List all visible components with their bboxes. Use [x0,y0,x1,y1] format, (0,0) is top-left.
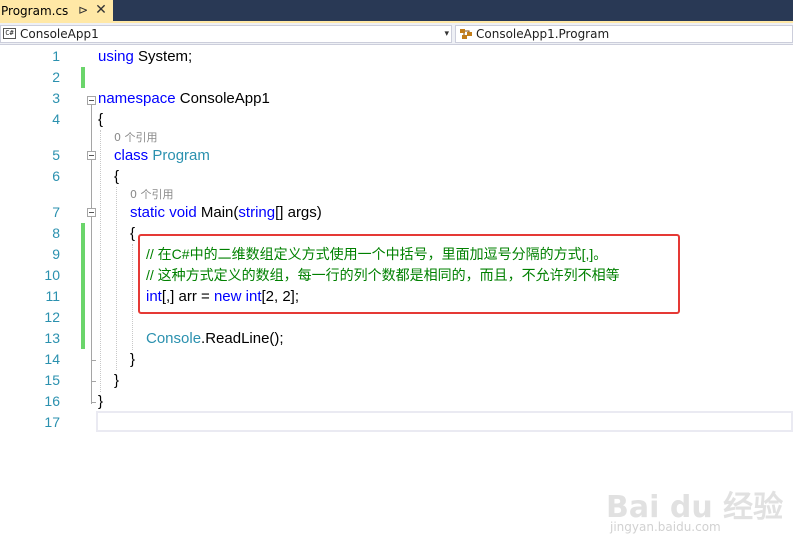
line-number: 6 [52,168,60,184]
outline-end [91,381,96,382]
code-line-1: using System; [98,46,192,67]
document-tab-strip: Program.cs ⊳ ✕ [0,0,793,23]
scope-dropdown-value: ConsoleApp1.Program [476,27,610,41]
annotation-highlight-box [138,234,680,314]
indicator-margin [0,45,14,553]
indent-guide [100,130,101,392]
code-line-6: { [114,168,120,185]
method-name: Main( [200,204,239,221]
line-number: 7 [52,204,60,220]
baidu-watermark: Bai du 经验 jingyan.baidu.com [606,482,783,542]
keyword: namespace [98,90,176,107]
scope-dropdown[interactable]: ConsoleApp1.Program [455,25,793,43]
line-number: 9 [52,246,60,262]
collapse-namespace-button[interactable] [87,96,96,105]
code-text: ConsoleApp1 [175,90,270,107]
collapse-method-button[interactable] [87,208,96,217]
code-lens-references[interactable]: 0 个引用 [114,129,158,145]
line-number: 2 [52,69,60,85]
change-indicator [81,67,85,88]
project-dropdown-value: ConsoleApp1 [20,27,99,41]
keyword: static [130,204,166,221]
line-number: 10 [44,267,60,283]
collapse-class-button[interactable] [87,151,96,160]
indent-guide [116,187,117,370]
line-number: 12 [44,309,60,325]
code-line-8: { [130,225,136,242]
close-icon[interactable]: ✕ [94,2,108,18]
code-line-15: } [114,372,120,389]
outline-end [91,402,96,403]
code-editor[interactable]: 1 2 3 4 5 6 7 8 9 10 11 12 13 14 15 16 1… [0,45,793,553]
line-number: 14 [44,351,60,367]
indent-guide [132,244,133,350]
line-number: 4 [52,111,60,127]
outline-end [91,360,96,361]
type-name: Program [152,147,210,164]
code-line-5: class Program [114,145,210,166]
line-number: 5 [52,147,60,163]
tab-program-cs[interactable]: Program.cs ⊳ ✕ [0,0,113,23]
line-number: 11 [45,288,60,304]
type-name: Console [146,330,202,347]
keyword: string [238,204,276,221]
line-number: 8 [52,225,60,241]
change-indicator [81,223,85,349]
code-line-13: Console.ReadLine(); [146,328,284,349]
code-line-3: namespace ConsoleApp1 [98,88,270,109]
code-text: [] args) [275,204,322,221]
keyword: using [98,48,134,65]
code-line-7: static void Main(string[] args) [130,202,322,223]
keyword: void [169,204,197,221]
navigation-bar: C# ConsoleApp1 ▾ ConsoleApp1.Program [0,23,793,45]
keyword: class [114,147,149,164]
line-number: 17 [44,414,60,430]
line-number: 16 [44,393,60,409]
code-line-14: } [130,351,136,368]
code-text: .ReadLine(); [201,330,284,347]
code-line-16: } [98,393,104,410]
line-number: 3 [52,90,60,106]
pin-icon[interactable]: ⊳ [76,2,90,18]
chevron-down-icon: ▾ [444,29,449,39]
code-text: System; [133,48,193,65]
line-number: 15 [44,372,60,388]
line-number: 1 [52,48,60,64]
code-lens-references[interactable]: 0 个引用 [130,186,174,202]
watermark-url: jingyan.baidu.com [610,520,721,534]
csharp-project-icon: C# [3,28,16,39]
tab-title: Program.cs [1,4,69,18]
project-dropdown[interactable]: C# ConsoleApp1 ▾ [0,25,452,43]
code-line-4: { [98,111,104,128]
line-number: 13 [44,330,60,346]
class-icon [460,29,472,39]
current-line-highlight [96,411,793,432]
